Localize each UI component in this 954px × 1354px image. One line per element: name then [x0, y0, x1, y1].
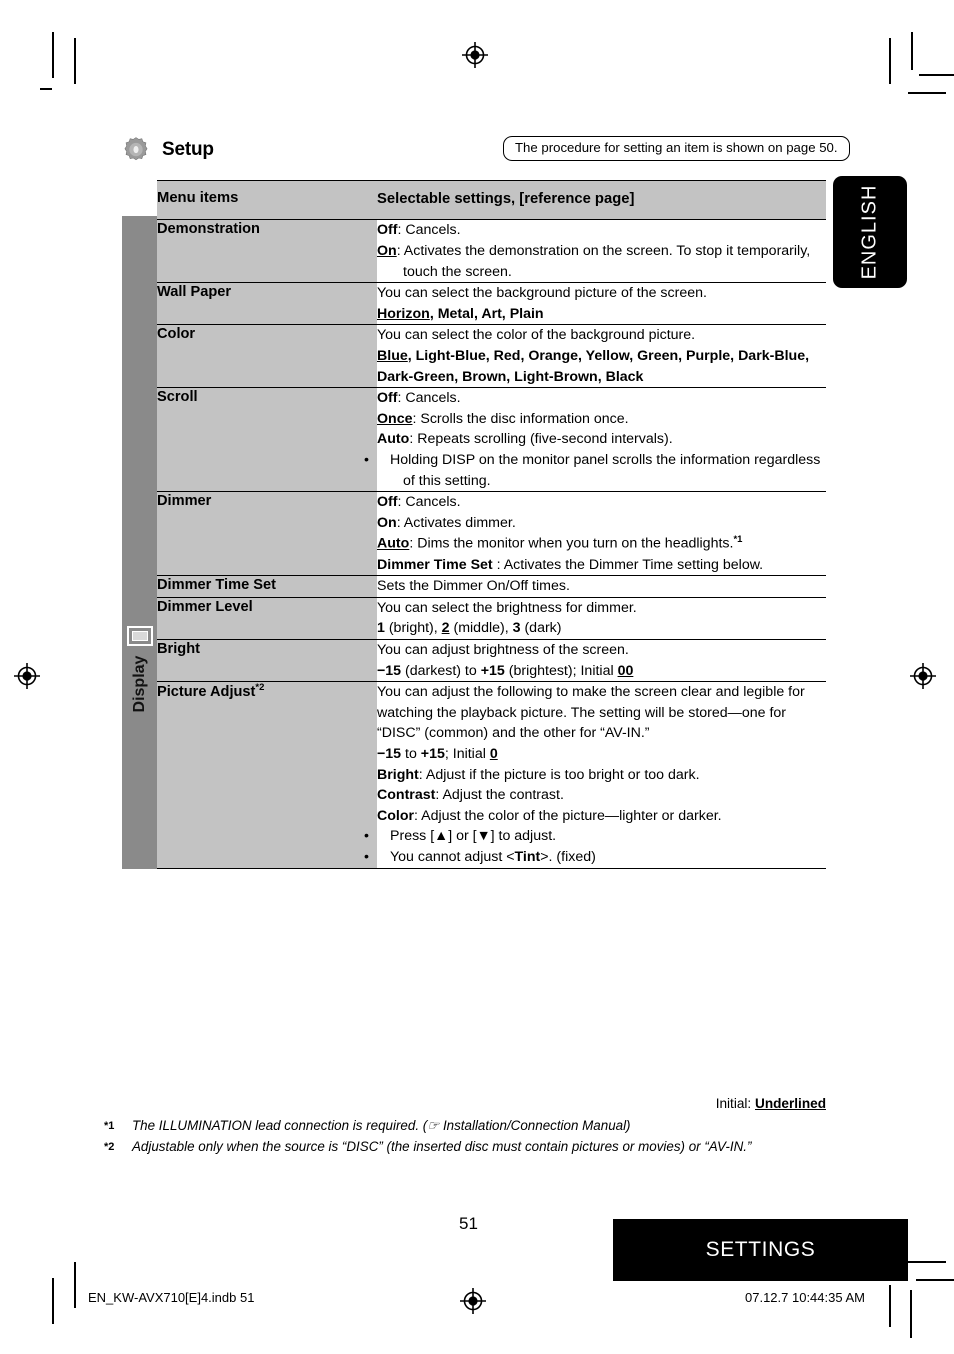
footnotes: *1 The ILLUMINATION lead connection is r…: [104, 1116, 844, 1158]
menu-item-name: Bright: [157, 639, 377, 682]
settings-table-body: Menu items Selectable settings, [referenc…: [122, 179, 826, 869]
source-file-name: EN_KW-AVX710[E]4.indb 51: [88, 1290, 255, 1305]
section-band: SETTINGS: [613, 1219, 908, 1281]
table-row: Scroll Off: Cancels. Once: Scrolls the dis…: [122, 387, 826, 492]
crop-mark: [919, 74, 954, 76]
settings-table: Menu items Selectable settings, [referenc…: [122, 179, 826, 869]
crop-mark: [889, 38, 891, 84]
crop-mark: [908, 92, 946, 94]
footnote-1: *1 The ILLUMINATION lead connection is r…: [104, 1116, 844, 1137]
registration-mark: [910, 663, 936, 689]
initial-legend-label: Initial:: [715, 1096, 755, 1111]
menu-item-name: Dimmer Level: [157, 596, 377, 640]
table-row: Dimmer Off: Cancels. On: Activates dimmer.…: [122, 491, 826, 576]
menu-item-settings: You can adjust the following to make the…: [364, 681, 826, 869]
crop-mark: [40, 88, 52, 90]
settings-table-wrap: Display Menu items Selectable settings, […: [122, 179, 826, 869]
crop-mark: [52, 32, 54, 78]
crop-mark: [889, 1285, 891, 1327]
menu-item-name: Demonstration: [157, 219, 377, 283]
monitor-icon: [126, 626, 153, 646]
column-header-selectable-settings: Selectable settings, [reference page]: [377, 179, 826, 221]
table-row: Picture Adjust*2 You can adjust the follo…: [122, 681, 826, 869]
registration-mark: [462, 42, 488, 68]
table-header-row: Menu items Selectable settings, [referenc…: [122, 179, 826, 221]
crop-mark: [52, 1278, 54, 1324]
footnote-1-marker: *1: [104, 1120, 115, 1132]
menu-item-name: Dimmer Time Set: [157, 575, 377, 598]
language-tab-english[interactable]: ENGLISH: [833, 176, 907, 288]
section-header: Setup: [122, 136, 214, 164]
menu-item-settings: Sets the Dimmer On/Off times.: [377, 575, 826, 598]
menu-item-settings: You can select the color of the backgrou…: [377, 324, 826, 388]
menu-item-settings: You can adjust brightness of the screen.…: [377, 639, 826, 682]
gear-icon: [122, 136, 150, 164]
registration-mark: [460, 1288, 486, 1314]
footnote-2-text: Adjustable only when the source is “DISC…: [132, 1138, 752, 1154]
registration-mark: [14, 663, 40, 689]
crop-mark: [74, 38, 76, 84]
menu-item-name: Wall Paper: [157, 282, 377, 325]
print-timestamp: 07.12.7 10:44:35 AM: [745, 1290, 865, 1305]
crop-mark: [916, 1279, 954, 1281]
page-canvas: Setup The procedure for setting an item …: [0, 0, 954, 1354]
language-tab-label: ENGLISH: [858, 184, 881, 280]
menu-item-settings: Off: Cancels. On: Activates the demonstra…: [377, 219, 826, 283]
section-band-label: SETTINGS: [705, 1238, 816, 1261]
menu-item-settings: Off: Cancels. Once: Scrolls the disc info…: [364, 387, 826, 492]
procedure-note: The procedure for setting an item is sho…: [503, 136, 850, 161]
table-row: Wall Paper You can select the background …: [122, 282, 826, 325]
category-bar-cell: [122, 181, 157, 220]
initial-legend-value: Underlined: [755, 1096, 826, 1111]
menu-item-settings: Off: Cancels. On: Activates dimmer. Auto: …: [377, 491, 826, 576]
footnote-1-text: The ILLUMINATION lead connection is requ…: [132, 1118, 631, 1133]
table-row: Demonstration Off: Cancels. On: Activates …: [122, 219, 826, 283]
menu-item-name: Dimmer: [157, 491, 377, 576]
category-bar-display: Display: [122, 216, 157, 869]
crop-mark: [74, 1262, 76, 1308]
crop-mark: [908, 1261, 946, 1263]
table-row: Dimmer Level You can select the brightnes…: [122, 596, 826, 640]
table-row: Dimmer Time Set Sets the Dimmer On/Off ti…: [122, 575, 826, 598]
crop-mark: [911, 32, 913, 70]
category-label: Display: [130, 655, 148, 713]
menu-item-name: Picture Adjust*2: [157, 681, 377, 869]
column-header-menu-items: Menu items: [157, 179, 377, 221]
footnote-2: *2 Adjustable only when the source is “D…: [104, 1137, 844, 1158]
table-row: Bright You can adjust brightness of the s…: [122, 639, 826, 682]
initial-legend: Initial: Underlined: [716, 1096, 826, 1111]
footnote-2-marker: *2: [104, 1140, 115, 1153]
table-row: Color You can select the color of the bac…: [122, 324, 826, 388]
page-number: 51: [459, 1214, 478, 1233]
menu-item-settings: You can select the background picture of…: [377, 282, 826, 325]
page-title: Setup: [162, 139, 214, 160]
menu-item-name: Scroll: [157, 387, 377, 492]
menu-item-settings: You can select the brightness for dimmer…: [377, 596, 826, 640]
menu-item-name: Color: [157, 324, 377, 388]
crop-mark: [910, 1290, 912, 1338]
